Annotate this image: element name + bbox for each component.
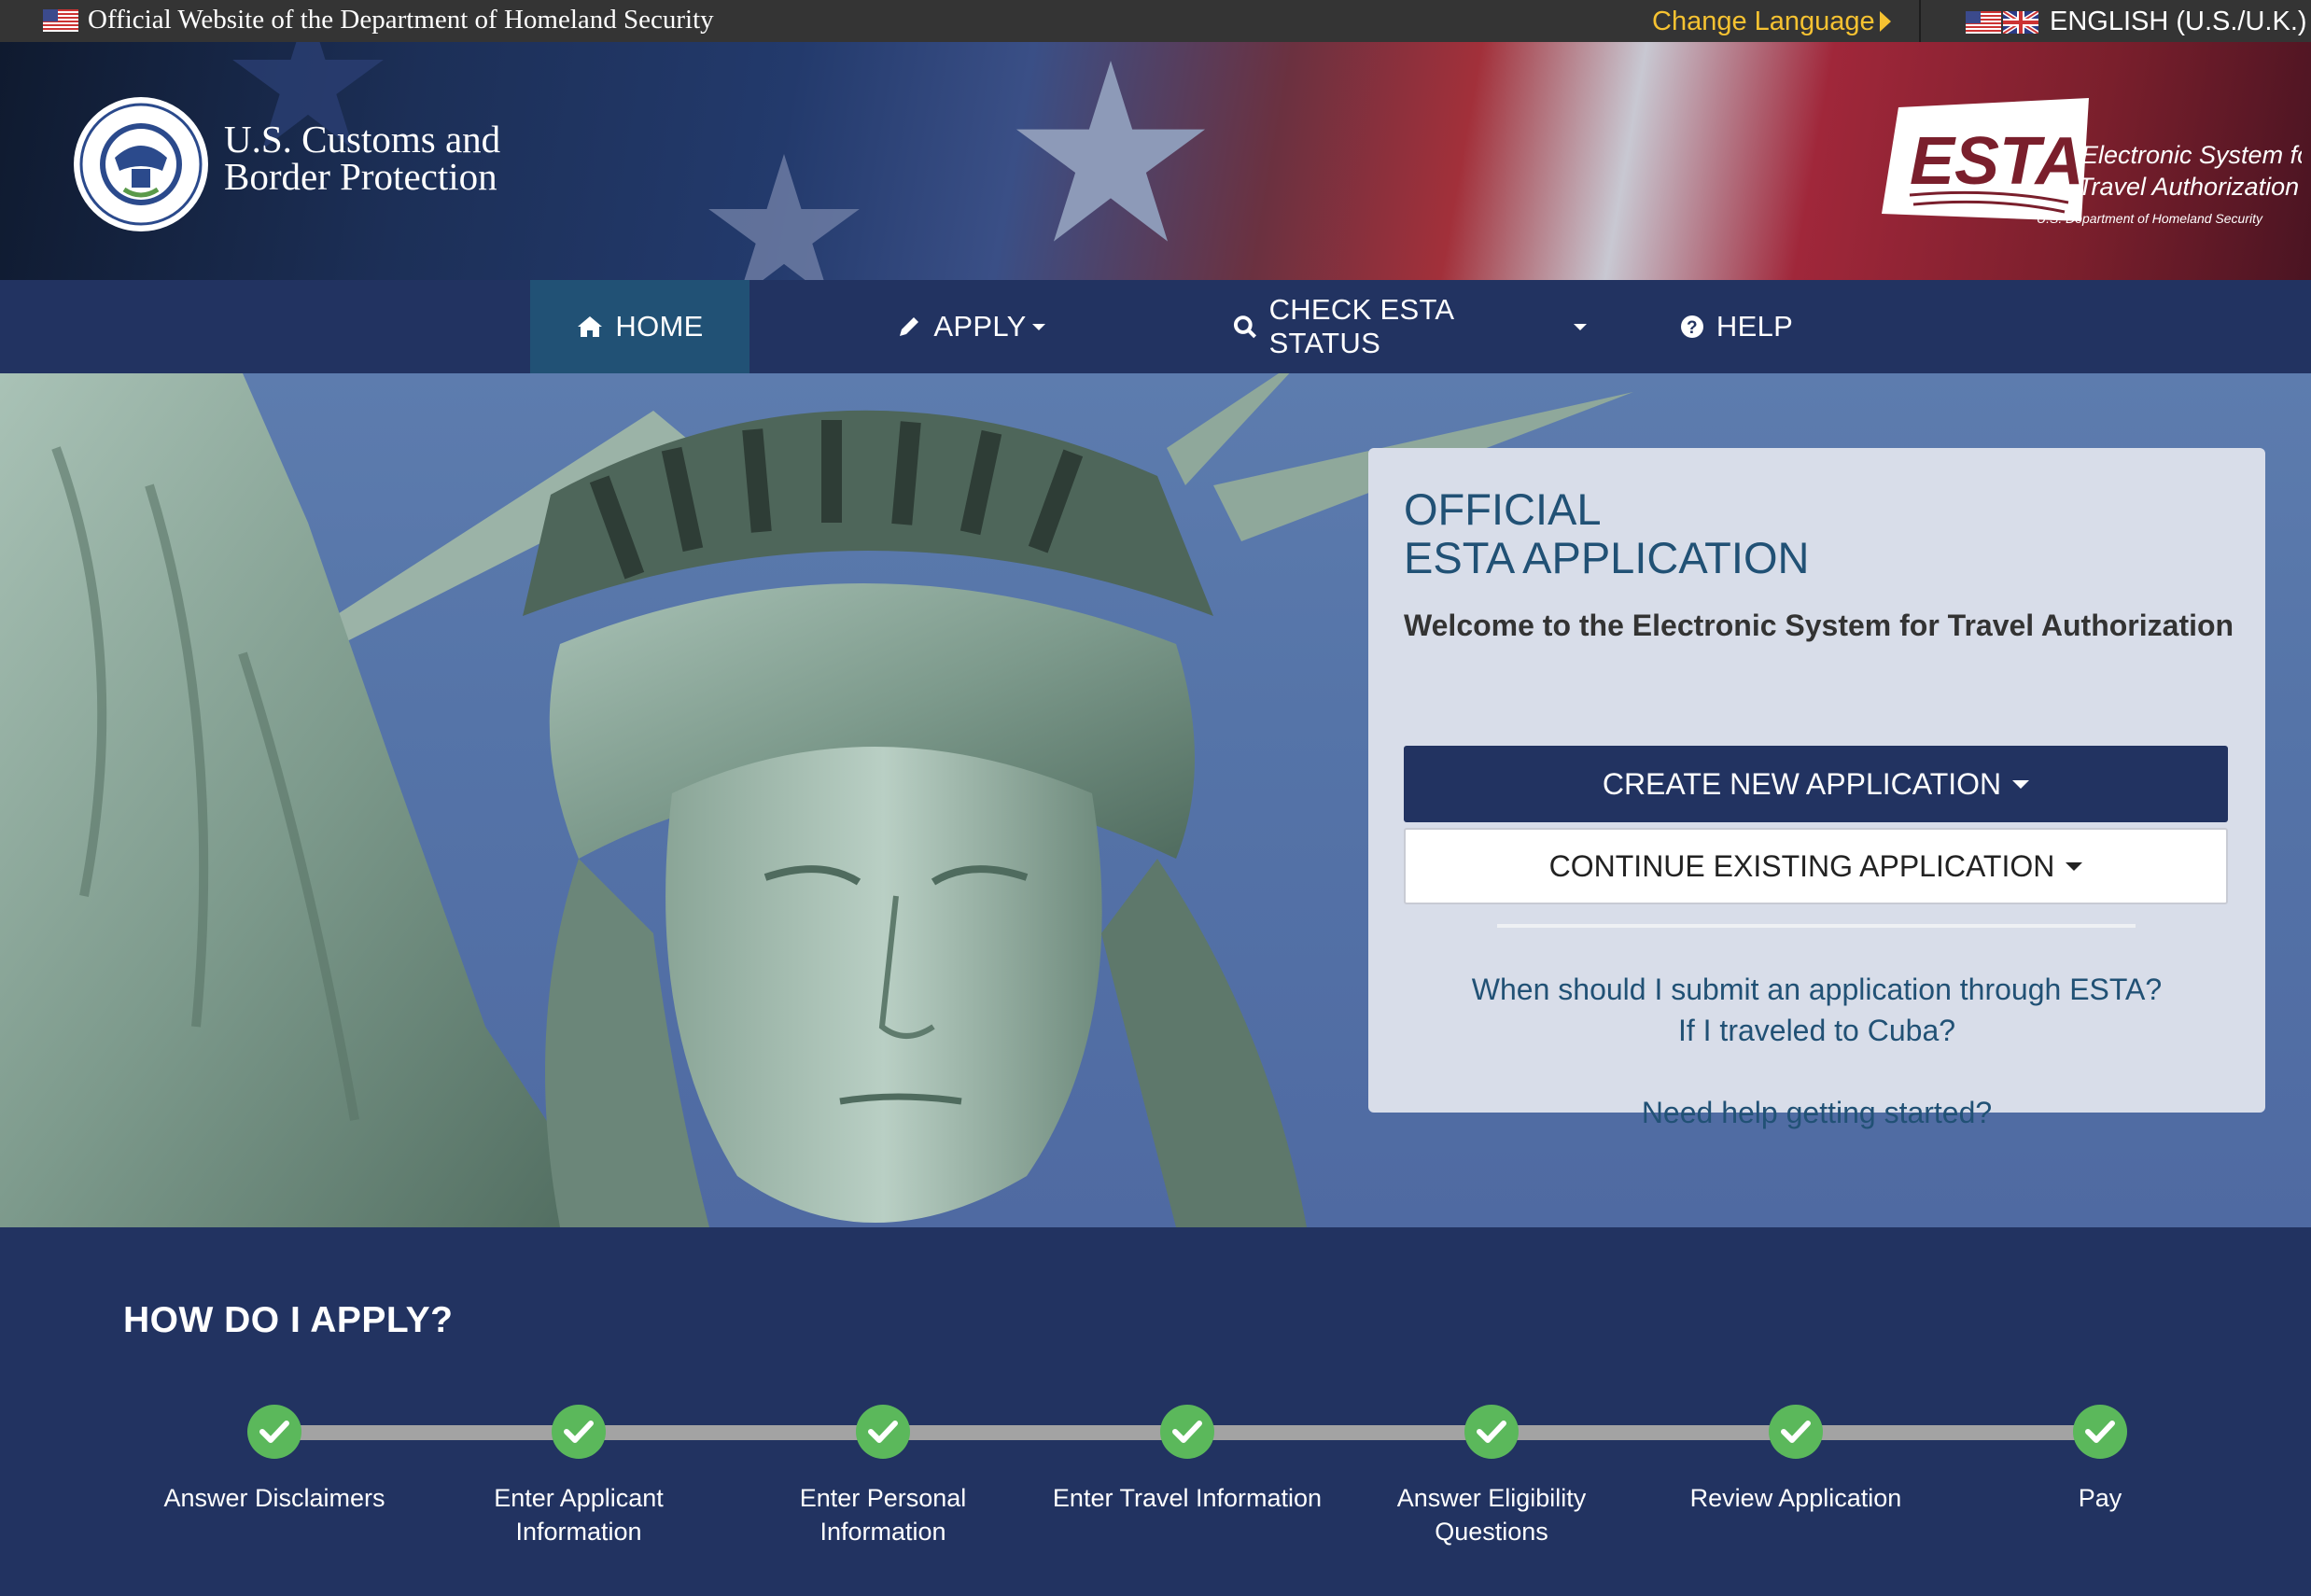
uk-flag-icon (2003, 11, 2038, 34)
gov-banner: Official Website of the Department of Ho… (0, 0, 2311, 42)
step-enter-applicant-information: Enter Applicant Information (429, 1405, 728, 1548)
step-label-line1: Enter Travel Information (1052, 1484, 1323, 1512)
check-circle-icon (552, 1405, 606, 1459)
flag-star-decoration (1015, 61, 1206, 242)
caret-right-icon (1880, 11, 1891, 32)
nav-apply[interactable]: APPLY (877, 280, 1064, 373)
step-answer-disclaimers: Answer Disclaimers (125, 1405, 424, 1515)
step-pay: Pay (1951, 1405, 2249, 1515)
esta-logo[interactable]: ESTA Electronic System for Travel Author… (1882, 98, 2302, 275)
step-label-line1: Answer Eligibility (1396, 1484, 1587, 1512)
check-circle-icon (1160, 1405, 1214, 1459)
step-enter-travel-information: Enter Travel Information (1038, 1405, 1337, 1515)
search-icon (1233, 315, 1257, 339)
welcome-text: Welcome to the Electronic System for Tra… (1404, 609, 2234, 642)
agency-name[interactable]: U.S. Customs and Border Protection (224, 118, 501, 198)
us-flag-icon (1966, 11, 2001, 34)
chevron-down-icon (2012, 779, 2030, 789)
hero-section: OFFICIAL ESTA APPLICATION Welcome to the… (0, 373, 2311, 1227)
home-icon (578, 316, 603, 337)
chevron-down-icon (2066, 861, 2083, 871)
change-language-link[interactable]: Change Language (1652, 6, 1875, 37)
divider (1919, 0, 1921, 42)
step-label: Answer Eligibility Questions (1342, 1481, 1641, 1548)
chevron-down-icon (1031, 323, 1045, 330)
step-label: Enter Travel Information (1038, 1481, 1337, 1515)
pencil-icon (900, 317, 919, 336)
step-label-line2: Questions (1435, 1518, 1548, 1546)
step-label-line2: Information (515, 1518, 642, 1546)
check-circle-icon (856, 1405, 910, 1459)
step-label: Enter Personal Information (734, 1481, 1032, 1548)
question-circle-icon: ? (1680, 315, 1703, 338)
dhs-seal-logo (74, 97, 208, 231)
step-enter-personal-information: Enter Personal Information (734, 1405, 1032, 1548)
step-label: Review Application (1646, 1481, 1945, 1515)
step-label-line1: Enter Personal (799, 1484, 967, 1512)
nav-home-label: HOME (615, 310, 704, 343)
flag-star-decoration (708, 154, 860, 280)
check-circle-icon (2073, 1405, 2127, 1459)
continue-button-label: CONTINUE EXISTING APPLICATION (1548, 848, 2055, 883)
esta-logo-text: ESTA (1910, 124, 2084, 199)
us-flag-icon (43, 9, 78, 32)
step-label-line1: Pay (2078, 1484, 2122, 1512)
when-to-submit-link[interactable]: When should I submit an application thro… (1368, 969, 2265, 1010)
nav-apply-label: APPLY (933, 310, 1027, 343)
chevron-down-icon (1574, 323, 1587, 330)
divider (1497, 924, 2136, 928)
site-header: U.S. Customs and Border Protection ESTA … (0, 42, 2311, 280)
nav-help[interactable]: ? HELP (1671, 280, 1801, 373)
nav-check-status-label: CHECK ESTA STATUS (1268, 293, 1453, 359)
language-selector[interactable]: ENGLISH (U.S./U.K.) (2050, 6, 2307, 37)
step-label-line1: Enter Applicant (494, 1484, 664, 1512)
esta-subtitle-line1: Electronic System for (2081, 141, 2302, 169)
main-nav: HOME APPLY CHECK ESTA STATUS ? HELP (0, 280, 2311, 373)
title-line1: OFFICIAL (1404, 484, 1602, 534)
page-title: OFFICIAL ESTA APPLICATION (1404, 485, 1809, 582)
check-circle-icon (1464, 1405, 1519, 1459)
esta-subtitle-line2: Travel Authorization (2078, 173, 2299, 201)
step-label-line1: Review Application (1689, 1484, 1902, 1512)
create-new-application-button[interactable]: CREATE NEW APPLICATION (1404, 746, 2228, 822)
title-line2: ESTA APPLICATION (1404, 533, 1810, 582)
cuba-travel-link[interactable]: If I traveled to Cuba? (1368, 1010, 2265, 1051)
step-review-application: Review Application (1646, 1405, 1945, 1515)
help-getting-started-link[interactable]: Need help getting started? (1368, 1092, 2265, 1133)
official-website-text: Official Website of the Department of Ho… (88, 5, 714, 35)
svg-text:?: ? (1687, 318, 1698, 338)
agency-name-line2: Border Protection (224, 155, 497, 198)
check-circle-icon (1769, 1405, 1823, 1459)
check-circle-icon (247, 1405, 301, 1459)
agency-name-line1: U.S. Customs and (224, 118, 501, 161)
nav-home[interactable]: HOME (530, 280, 749, 373)
create-button-label: CREATE NEW APPLICATION (1602, 766, 2002, 801)
nav-check-esta-status[interactable]: CHECK ESTA STATUS (1232, 280, 1587, 373)
how-to-apply-heading: HOW DO I APPLY? (123, 1300, 454, 1340)
continue-existing-application-button[interactable]: CONTINUE EXISTING APPLICATION (1404, 828, 2228, 904)
step-label: Enter Applicant Information (429, 1481, 728, 1548)
step-label: Answer Disclaimers (125, 1481, 424, 1515)
step-label-line2: Information (819, 1518, 946, 1546)
step-label: Pay (1951, 1481, 2249, 1515)
nav-help-label: HELP (1716, 310, 1794, 343)
step-answer-eligibility-questions: Answer Eligibility Questions (1342, 1405, 1641, 1548)
esta-dept-text: U.S. Department of Homeland Security (2037, 211, 2263, 226)
official-esta-card: OFFICIAL ESTA APPLICATION Welcome to the… (1368, 448, 2265, 1129)
how-to-apply-section: HOW DO I APPLY? Answer Disclaimers Enter… (0, 1227, 2311, 1596)
step-label-line1: Answer Disclaimers (163, 1484, 385, 1512)
